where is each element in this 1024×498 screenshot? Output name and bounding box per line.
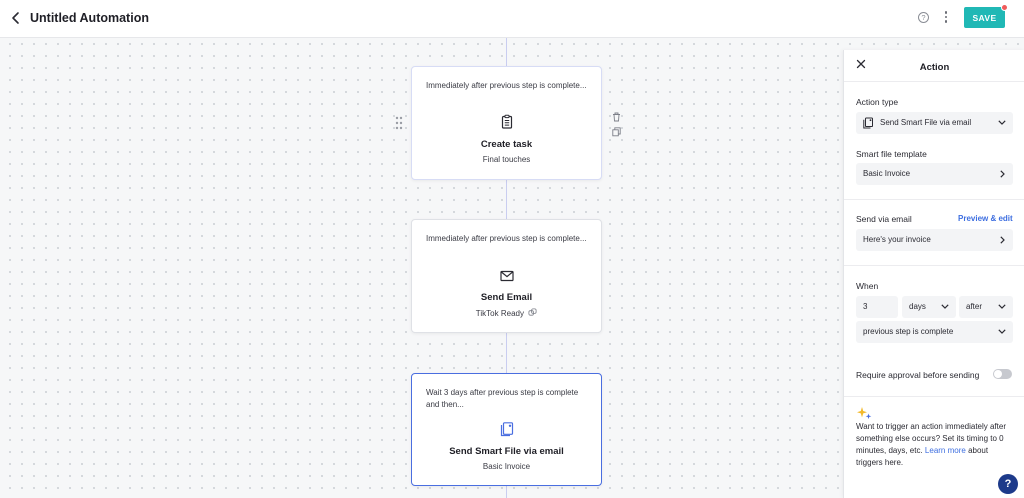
unsaved-indicator-dot <box>1001 4 1008 11</box>
duplicate-step-icon[interactable] <box>612 127 621 137</box>
action-type-label: Action type <box>856 97 899 107</box>
clipboard-icon <box>501 114 513 129</box>
chevron-down-icon <box>941 304 949 309</box>
when-amount-value: 3 <box>863 302 868 311</box>
top-bar: Untitled Automation ? SAVE <box>0 0 1024 38</box>
template-label: Smart file template <box>856 149 927 159</box>
step-trigger-text: Wait 3 days after previous step is compl… <box>426 388 579 409</box>
chevron-right-icon <box>1000 170 1005 178</box>
when-unit-select[interactable]: days <box>902 296 956 318</box>
step-trigger-text: Immediately after previous step is compl… <box>426 81 587 90</box>
when-unit-value: days <box>909 302 926 311</box>
email-select[interactable]: Here's your invoice <box>856 229 1013 251</box>
email-value: Here's your invoice <box>863 235 931 244</box>
divider <box>844 265 1024 266</box>
action-type-value: Send Smart File via email <box>880 118 972 127</box>
drag-handle-icon[interactable] <box>395 116 403 130</box>
chevron-right-icon <box>1000 236 1005 244</box>
divider <box>844 81 1024 82</box>
chevron-down-icon <box>998 304 1006 309</box>
envelope-icon <box>500 270 514 282</box>
when-amount-input[interactable]: 3 <box>856 296 898 318</box>
sparkle-icon <box>857 407 872 420</box>
preview-edit-link[interactable]: Preview & edit <box>958 214 1013 223</box>
when-relation-value: after <box>966 302 983 311</box>
save-button[interactable]: SAVE <box>964 7 1005 28</box>
trigger-tip: Want to trigger an action immediately af… <box>856 421 1016 469</box>
action-type-select[interactable]: Send Smart File via email <box>856 112 1013 134</box>
trigger-tip-text: Want to trigger an action immediately af… <box>856 422 1006 467</box>
chevron-down-icon <box>998 120 1006 125</box>
step-card-send-email[interactable]: Immediately after previous step is compl… <box>411 219 602 333</box>
flow-connector <box>506 38 507 66</box>
delete-step-icon[interactable] <box>612 112 621 122</box>
when-reference-select[interactable]: previous step is complete <box>856 321 1013 343</box>
require-approval-toggle[interactable] <box>993 369 1012 379</box>
template-select[interactable]: Basic Invoice <box>856 163 1013 185</box>
help-icon[interactable]: ? <box>918 12 929 23</box>
step-subtitle: TikTok Ready <box>412 308 601 318</box>
step-card-send-smart-file[interactable]: Wait 3 days after previous step is compl… <box>411 373 602 486</box>
smart-file-icon <box>500 422 514 437</box>
step-subtitle-text: TikTok Ready <box>475 309 524 318</box>
step-subtitle: Basic Invoice <box>482 462 531 471</box>
back-arrow-icon[interactable] <box>8 10 24 26</box>
smart-file-icon <box>863 117 873 129</box>
step-title: Create task <box>480 139 533 150</box>
step-title: Send Smart File via email <box>449 446 564 457</box>
require-approval-label: Require approval before sending <box>856 370 980 380</box>
panel-title: Action <box>919 62 950 73</box>
step-trigger-text: Immediately after previous step is compl… <box>426 234 587 243</box>
flow-connector <box>506 180 507 219</box>
when-label: When <box>856 281 879 291</box>
action-settings-panel: Action Action type Send Smart File via e… <box>843 50 1024 498</box>
link-icon <box>528 308 537 316</box>
send-via-email-label: Send via email <box>856 214 912 224</box>
template-value: Basic Invoice <box>863 169 911 178</box>
more-options-icon[interactable] <box>943 11 949 25</box>
divider <box>844 199 1024 200</box>
help-chat-button[interactable]: ? <box>998 474 1018 494</box>
chevron-down-icon <box>998 329 1006 334</box>
page-title: Untitled Automation <box>30 11 149 25</box>
step-subtitle: Final touches <box>482 155 531 164</box>
learn-more-link[interactable]: Learn more <box>925 446 966 455</box>
step-card-create-task[interactable]: Immediately after previous step is compl… <box>411 66 602 180</box>
when-reference-value: previous step is complete <box>863 327 954 336</box>
when-relation-select[interactable]: after <box>959 296 1013 318</box>
step-title: Send Email <box>480 292 533 303</box>
flow-connector <box>506 486 507 498</box>
divider <box>844 396 1024 397</box>
flow-connector <box>506 333 507 373</box>
